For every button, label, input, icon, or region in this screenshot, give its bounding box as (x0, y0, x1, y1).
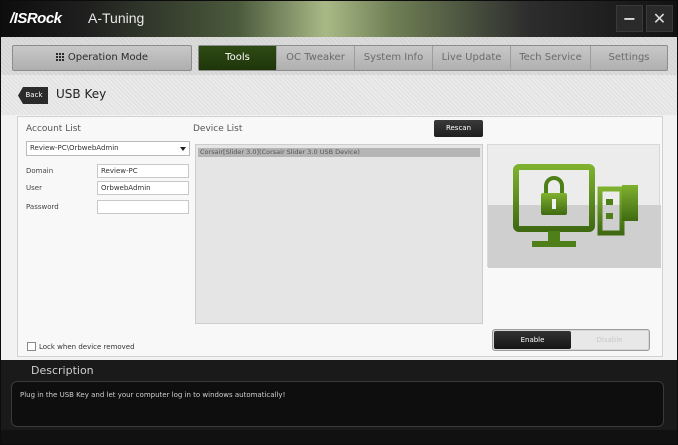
page-header: Back USB Key (1, 75, 677, 115)
minimize-icon: − (622, 9, 637, 28)
disable-button[interactable]: Disable (571, 331, 648, 349)
main-tabs: Tools OC Tweaker System Info Live Update… (198, 45, 668, 71)
usb-lock-illustration (487, 144, 661, 268)
bottom-strip (1, 430, 677, 444)
minimize-button[interactable]: − (616, 5, 643, 32)
description-area: Description Plug in the USB Key and let … (1, 360, 677, 444)
device-list[interactable]: Corsair[Slider 3.0](Corsair Slider 3.0 U… (195, 144, 483, 324)
description-title: Description (31, 364, 94, 377)
enable-disable-toggle[interactable]: Enable Disable (492, 329, 650, 351)
domain-label: Domain (26, 167, 54, 175)
account-list-label: Account List (26, 124, 81, 134)
description-text: Plug in the USB Key and let your compute… (20, 391, 286, 399)
password-label: Password (26, 203, 59, 211)
app-window: /ISRock A-Tuning − ✕ Operation Mode Tool… (0, 0, 678, 445)
tab-system-info[interactable]: System Info (355, 46, 433, 70)
close-button[interactable]: ✕ (646, 5, 673, 32)
user-label: User (26, 184, 42, 192)
enable-button[interactable]: Enable (494, 331, 571, 349)
title-bar[interactable]: /ISRock A-Tuning − ✕ (1, 1, 677, 37)
tab-settings[interactable]: Settings (591, 46, 667, 70)
back-button[interactable]: Back (18, 87, 48, 104)
computer-lock-icon (488, 164, 661, 268)
tab-tools[interactable]: Tools (199, 46, 277, 70)
device-list-label: Device List (193, 124, 243, 134)
operation-mode-label: Operation Mode (67, 52, 149, 63)
tab-live-update[interactable]: Live Update (433, 46, 511, 70)
grid-icon (55, 53, 64, 61)
account-select-value: Review-PC\OrbwebAdmin (30, 144, 119, 152)
lock-label: Lock when device removed (39, 342, 135, 351)
user-field[interactable]: OrbwebAdmin (97, 181, 189, 195)
main-menu-bar: Operation Mode Tools OC Tweaker System I… (1, 37, 677, 75)
chevron-down-icon (180, 147, 186, 151)
tab-tech-service[interactable]: Tech Service (511, 46, 591, 70)
tab-oc-tweaker[interactable]: OC Tweaker (277, 46, 355, 70)
page-title: USB Key (56, 87, 107, 101)
close-icon: ✕ (652, 9, 667, 28)
usb-key-panel: Account List Review-PC\OrbwebAdmin Domai… (17, 116, 663, 357)
domain-field[interactable]: Review-PC (97, 164, 189, 178)
app-title: A-Tuning (88, 10, 145, 26)
account-select[interactable]: Review-PC\OrbwebAdmin (26, 141, 190, 156)
operation-mode-button[interactable]: Operation Mode (12, 45, 192, 71)
password-field[interactable] (97, 200, 189, 214)
description-box: Plug in the USB Key and let your compute… (11, 381, 664, 427)
brand-logo: /ISRock (10, 10, 62, 27)
lock-option[interactable]: Lock when device removed (27, 342, 135, 351)
list-item[interactable]: Corsair[Slider 3.0](Corsair Slider 3.0 U… (198, 148, 480, 157)
rescan-button[interactable]: Rescan (434, 120, 483, 137)
lock-checkbox[interactable] (27, 342, 36, 351)
